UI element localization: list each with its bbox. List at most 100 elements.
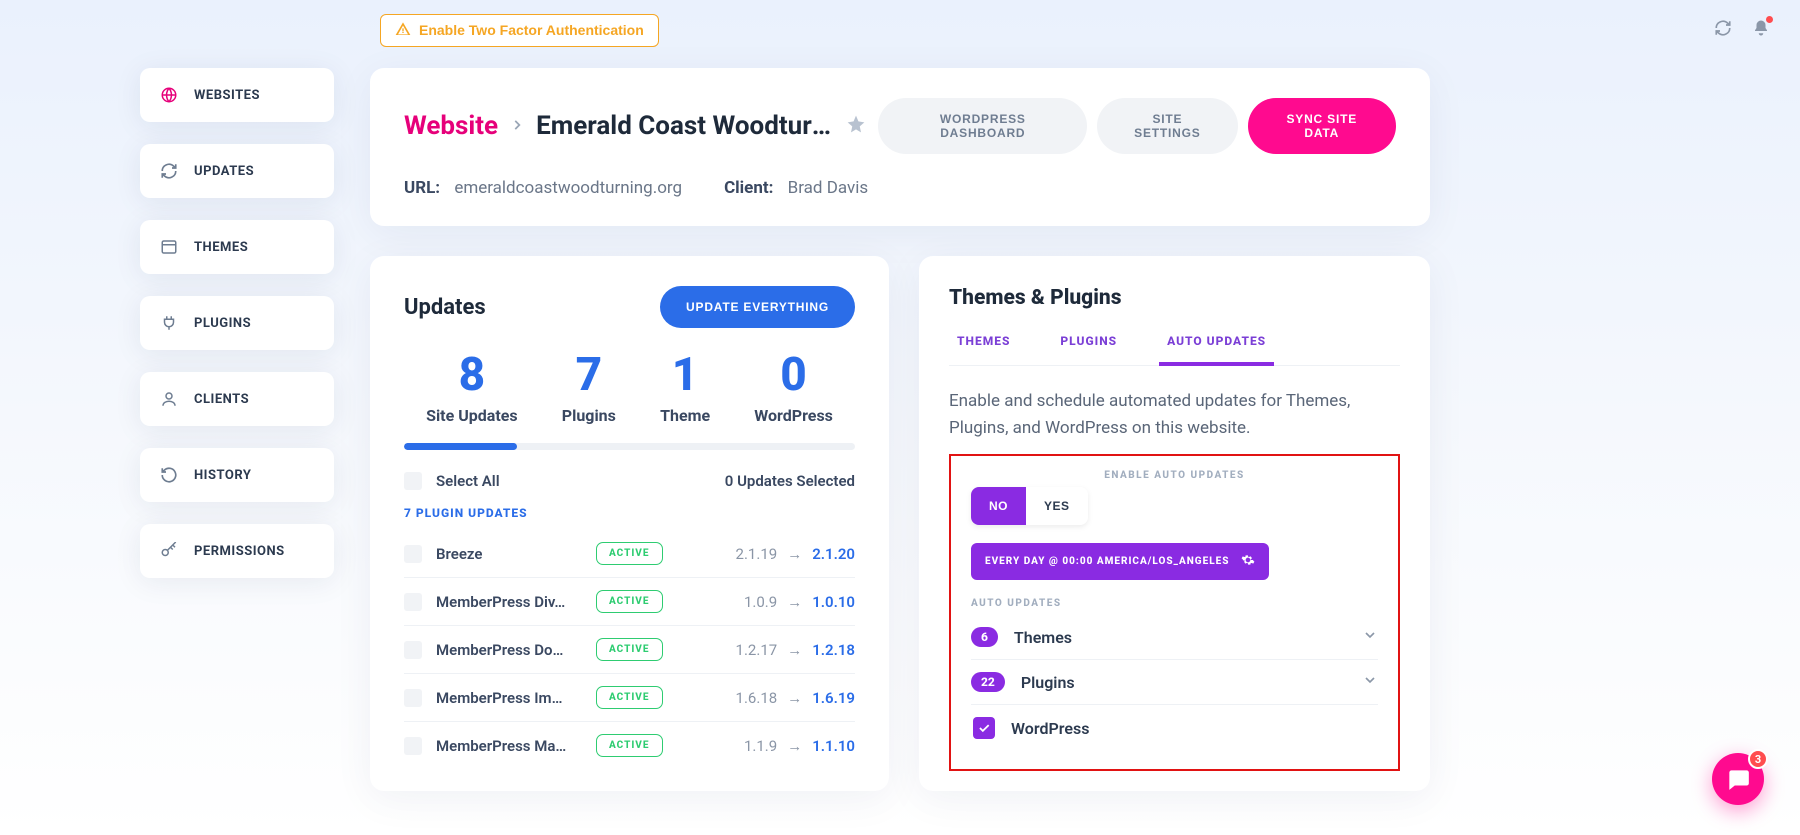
row-checkbox[interactable]	[404, 641, 422, 659]
enable-toggle: NO YES	[971, 487, 1088, 525]
updates-title: Updates	[404, 295, 486, 320]
tp-tabs: THEMES PLUGINS AUTO UPDATES	[949, 334, 1400, 366]
status-badge: ACTIVE	[596, 590, 663, 613]
stat-label: Site Updates	[426, 406, 518, 425]
row-checkbox[interactable]	[404, 593, 422, 611]
version-to: 1.0.10	[812, 593, 855, 611]
schedule-text: EVERY DAY @ 00:00 AMERICA/LOS_ANGELES	[985, 556, 1229, 567]
progress-bar	[404, 443, 855, 450]
tab-themes[interactable]: THEMES	[949, 334, 1018, 365]
sidebar-item-history[interactable]: HISTORY	[140, 448, 334, 502]
stat-theme[interactable]: 1 Theme	[660, 348, 710, 425]
toggle-no-button[interactable]: NO	[971, 487, 1026, 525]
auto-row-plugins[interactable]: 22 Plugins	[971, 660, 1378, 705]
select-all-label: Select All	[436, 472, 500, 490]
chevron-down-icon[interactable]	[1362, 672, 1378, 692]
status-badge: ACTIVE	[596, 734, 663, 757]
auto-row-name: Themes	[1014, 628, 1072, 647]
version-to: 1.2.18	[812, 641, 855, 659]
sidebar-item-permissions[interactable]: PERMISSIONS	[140, 524, 334, 578]
auto-updates-list-label: AUTO UPDATES	[971, 598, 1378, 609]
version-to: 2.1.20	[812, 545, 855, 563]
select-all-checkbox[interactable]	[404, 472, 422, 490]
updates-card: Updates UPDATE EVERYTHING 8 Site Updates…	[370, 256, 889, 791]
row-checkbox[interactable]	[404, 689, 422, 707]
sidebar-item-websites[interactable]: WEBSITES	[140, 68, 334, 122]
chevron-down-icon[interactable]	[1362, 627, 1378, 647]
sidebar-label: PERMISSIONS	[194, 544, 285, 559]
sidebar-label: UPDATES	[194, 164, 254, 179]
chat-icon	[1725, 766, 1751, 792]
stat-label: WordPress	[754, 406, 833, 425]
refresh-icon[interactable]	[1714, 19, 1732, 41]
sidebar-label: HISTORY	[194, 468, 251, 483]
plugin-updates-section-label: 7 PLUGIN UPDATES	[404, 506, 855, 520]
stat-value: 1	[660, 348, 710, 402]
toggle-yes-button[interactable]: YES	[1026, 487, 1088, 525]
version-to: 1.1.10	[812, 737, 855, 755]
enable-tfa-button[interactable]: Enable Two Factor Authentication	[380, 14, 659, 47]
star-icon[interactable]	[846, 114, 866, 138]
plugin-name: MemberPress Div…	[436, 593, 596, 611]
sidebar-item-themes[interactable]: THEMES	[140, 220, 334, 274]
stat-site-updates[interactable]: 8 Site Updates	[426, 348, 518, 425]
status-badge: ACTIVE	[596, 686, 663, 709]
plugin-row[interactable]: MemberPress Im… ACTIVE 1.6.18 → 1.6.19	[404, 674, 855, 722]
count-badge: 22	[971, 672, 1005, 692]
auto-row-wordpress[interactable]: WordPress	[971, 705, 1378, 751]
tab-plugins[interactable]: PLUGINS	[1052, 334, 1125, 365]
themes-plugins-title: Themes & Plugins	[949, 286, 1400, 310]
tfa-label: Enable Two Factor Authentication	[419, 22, 644, 38]
tab-auto-updates[interactable]: AUTO UPDATES	[1159, 334, 1274, 366]
wordpress-dashboard-button[interactable]: WORDPRESS DASHBOARD	[878, 98, 1087, 154]
plugin-name: MemberPress Do…	[436, 641, 596, 659]
count-badge: 6	[971, 627, 998, 647]
bell-icon[interactable]	[1752, 19, 1770, 41]
chevron-right-icon	[510, 117, 524, 136]
auto-updates-highlight: ENABLE AUTO UPDATES NO YES EVERY DAY @ 0…	[949, 454, 1400, 771]
version-from: 1.6.18	[736, 689, 778, 707]
plugin-row[interactable]: MemberPress Do… ACTIVE 1.2.17 → 1.2.18	[404, 626, 855, 674]
chat-count-badge: 3	[1748, 749, 1768, 769]
row-checkbox[interactable]	[404, 545, 422, 563]
stat-wordpress[interactable]: 0 WordPress	[754, 348, 833, 425]
schedule-chip[interactable]: EVERY DAY @ 00:00 AMERICA/LOS_ANGELES	[971, 543, 1269, 580]
sidebar-item-clients[interactable]: CLIENTS	[140, 372, 334, 426]
client-label: Client:	[724, 178, 773, 198]
version-to: 1.6.19	[812, 689, 855, 707]
version-from: 2.1.19	[736, 545, 778, 563]
status-badge: ACTIVE	[596, 542, 663, 565]
plugin-row[interactable]: MemberPress Ma… ACTIVE 1.1.9 → 1.1.10	[404, 722, 855, 769]
plugin-row[interactable]: Breeze ACTIVE 2.1.19 → 2.1.20	[404, 530, 855, 578]
wordpress-checkbox[interactable]	[973, 717, 995, 739]
plugin-row[interactable]: MemberPress Div… ACTIVE 1.0.9 → 1.0.10	[404, 578, 855, 626]
history-icon	[160, 466, 178, 484]
sidebar-label: THEMES	[194, 240, 248, 255]
status-badge: ACTIVE	[596, 638, 663, 661]
site-name: Emerald Coast Woodturni…	[536, 111, 834, 141]
version-from: 1.1.9	[744, 737, 777, 755]
site-settings-button[interactable]: SITE SETTINGS	[1097, 98, 1237, 154]
gear-icon[interactable]	[1241, 553, 1255, 570]
version-from: 1.2.17	[736, 641, 778, 659]
chat-fab[interactable]: 3	[1712, 753, 1764, 805]
refresh-icon	[160, 162, 178, 180]
stat-value: 8	[426, 348, 518, 402]
sync-site-data-button[interactable]: SYNC SITE DATA	[1248, 98, 1397, 154]
sidebar-label: CLIENTS	[194, 392, 249, 407]
update-everything-button[interactable]: UPDATE EVERYTHING	[660, 286, 855, 328]
sidebar-label: WEBSITES	[194, 88, 260, 103]
sidebar-item-updates[interactable]: UPDATES	[140, 144, 334, 198]
plugin-name: MemberPress Ma…	[436, 737, 596, 755]
auto-updates-description: Enable and schedule automated updates fo…	[949, 388, 1400, 442]
url-value[interactable]: emeraldcoastwoodturning.org	[454, 178, 682, 198]
auto-row-themes[interactable]: 6 Themes	[971, 615, 1378, 660]
stat-plugins[interactable]: 7 Plugins	[562, 348, 616, 425]
url-label: URL:	[404, 178, 440, 198]
sidebar-item-plugins[interactable]: PLUGINS	[140, 296, 334, 350]
row-checkbox[interactable]	[404, 737, 422, 755]
client-value[interactable]: Brad Davis	[788, 178, 869, 198]
plugin-name: MemberPress Im…	[436, 689, 596, 707]
breadcrumb-root[interactable]: Website	[404, 111, 498, 141]
stat-value: 0	[754, 348, 833, 402]
